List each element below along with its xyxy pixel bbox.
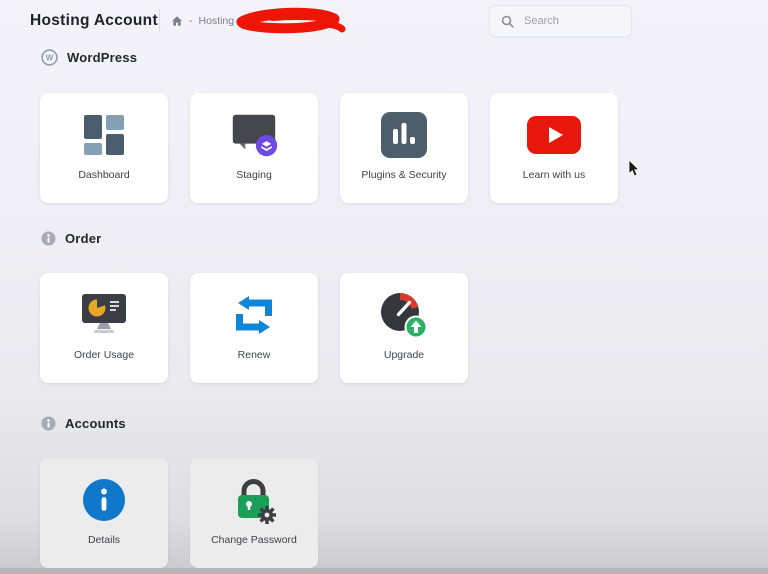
lock-gear-icon: [227, 471, 281, 529]
card-learn-with-us[interactable]: Learn with us: [490, 93, 618, 203]
card-order-usage[interactable]: Order Usage: [40, 273, 168, 383]
search-box: [489, 5, 632, 37]
section-title-order: Order: [65, 231, 102, 246]
breadcrumb-separator: -: [189, 15, 193, 27]
page-title: Hosting Account: [30, 12, 158, 29]
card-dashboard[interactable]: Dashboard: [40, 93, 168, 203]
info-circle-blue-icon: [82, 471, 126, 529]
youtube-play-icon: [526, 106, 582, 164]
redacted-scribble: [236, 7, 346, 34]
svg-text:W: W: [46, 54, 54, 63]
speedometer-up-icon: [379, 286, 429, 344]
order-card-row: Order Usage Renew Upgrade: [40, 273, 468, 383]
card-label: Details: [87, 534, 121, 546]
card-change-password[interactable]: Change Password: [190, 458, 318, 568]
wordpress-card-row: Dashboard Staging Plugins & Security Lea…: [40, 93, 618, 203]
bottom-edge-band: [0, 568, 768, 574]
info-icon: [41, 416, 56, 431]
renew-loop-arrows-icon: [228, 286, 280, 344]
card-label: Staging: [236, 169, 272, 181]
card-label: Upgrade: [383, 349, 425, 361]
section-title-accounts: Accounts: [65, 416, 126, 431]
search-input[interactable]: [522, 14, 620, 28]
accounts-card-row: Details Change Password: [40, 458, 318, 568]
card-label: Plugins & Security: [361, 169, 447, 181]
info-icon: [41, 231, 56, 246]
card-upgrade[interactable]: Upgrade: [340, 273, 468, 383]
card-details[interactable]: Details: [40, 458, 168, 568]
breadcrumb-item-hosting[interactable]: Hosting: [199, 15, 235, 27]
search-icon: [501, 15, 514, 28]
section-header-accounts: Accounts: [41, 416, 126, 431]
dashboard-grid-icon: [81, 106, 127, 164]
section-header-order: Order: [41, 231, 101, 246]
card-label: Order Usage: [73, 349, 135, 361]
card-renew[interactable]: Renew: [190, 273, 318, 383]
card-label: Change Password: [211, 534, 297, 546]
section-title-wordpress: WordPress: [67, 50, 138, 65]
card-label: Renew: [237, 349, 271, 361]
mouse-cursor: [628, 160, 640, 177]
section-header-wordpress: W WordPress: [41, 49, 137, 66]
staging-monitor-icon: [227, 106, 281, 164]
topbar-divider: [159, 9, 160, 33]
card-staging[interactable]: Staging: [190, 93, 318, 203]
card-plugins-security[interactable]: Plugins & Security: [340, 93, 468, 203]
bar-chart-icon: [380, 106, 428, 164]
card-label: Dashboard: [78, 169, 130, 181]
card-label: Learn with us: [522, 169, 586, 181]
hosting-account-page: Hosting Account - Hosting - W: [0, 0, 768, 574]
usage-monitor-pie-icon: [76, 286, 132, 344]
home-icon[interactable]: [171, 15, 183, 27]
wordpress-logo-icon: W: [41, 49, 58, 66]
